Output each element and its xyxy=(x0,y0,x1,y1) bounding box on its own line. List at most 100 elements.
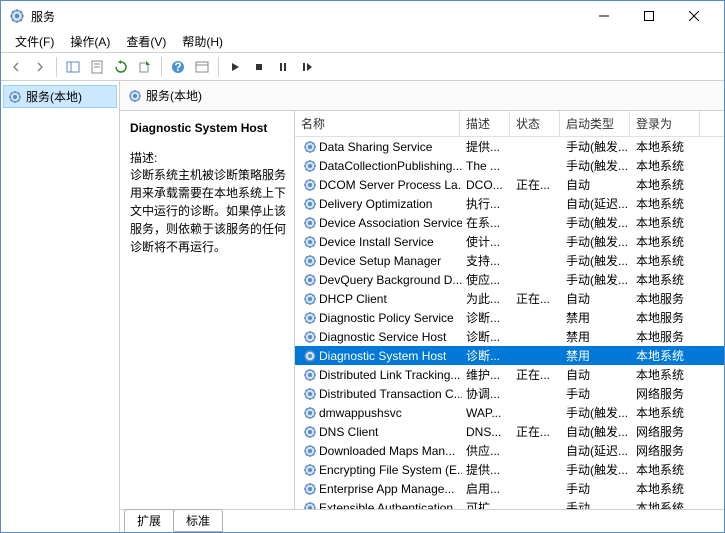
service-row[interactable]: Device Association Service在系...手动(触发...本… xyxy=(295,213,724,232)
service-row[interactable]: Device Install Service使计...手动(触发...本地系统 xyxy=(295,232,724,251)
detail-desc-label: 描述: xyxy=(130,149,286,166)
service-row[interactable]: DCOM Server Process La...DCO...正在...自动本地… xyxy=(295,175,724,194)
service-name: Diagnostic Policy Service xyxy=(319,311,454,325)
service-desc: 使计... xyxy=(462,233,512,250)
service-row[interactable]: Downloaded Maps Man...供应...自动(延迟...网络服务 xyxy=(295,441,724,460)
detail-title: Diagnostic System Host xyxy=(130,121,286,135)
col-start[interactable]: 启动类型 xyxy=(560,111,630,136)
service-desc: 执行... xyxy=(462,195,512,212)
gear-icon xyxy=(303,216,317,230)
service-name: DCOM Server Process La... xyxy=(319,178,462,192)
service-name: Data Sharing Service xyxy=(319,140,432,154)
gear-icon xyxy=(303,159,317,173)
detail-description: 诊断系统主机被诊断策略服务用来承载需要在本地系统上下文中运行的诊断。如果停止该服… xyxy=(130,166,286,256)
service-name: Encrypting File System (E... xyxy=(319,463,462,477)
action-button[interactable] xyxy=(191,56,213,78)
service-row[interactable]: Distributed Transaction C...协调...手动网络服务 xyxy=(295,384,724,403)
main-heading: 服务(本地) xyxy=(146,87,202,104)
service-name: Diagnostic Service Host xyxy=(319,330,446,344)
col-name[interactable]: 名称 xyxy=(295,111,460,136)
service-row[interactable]: Distributed Link Tracking...维护...正在...自动… xyxy=(295,365,724,384)
service-row[interactable]: DataCollectionPublishing...The ...手动(触发.… xyxy=(295,156,724,175)
service-start: 手动(触发... xyxy=(562,233,632,250)
col-status[interactable]: 状态 xyxy=(510,111,560,136)
service-row[interactable]: Diagnostic System Host诊断...禁用本地系统 xyxy=(295,346,724,365)
service-name: Delivery Optimization xyxy=(319,197,432,211)
service-start: 手动(触发... xyxy=(562,157,632,174)
title-bar: 服务 xyxy=(1,1,724,31)
service-desc: 维护... xyxy=(462,366,512,383)
service-start: 手动(触发... xyxy=(562,252,632,269)
pause-service-button[interactable] xyxy=(272,56,294,78)
show-hide-button[interactable] xyxy=(62,56,84,78)
close-button[interactable] xyxy=(671,2,716,31)
service-row[interactable]: DNS ClientDNS...正在...自动(触发...网络服务 xyxy=(295,422,724,441)
service-start: 手动(触发... xyxy=(562,404,632,421)
service-row[interactable]: Extensible Authentication...可扩...手动本地系统 xyxy=(295,498,724,509)
service-desc: 启用... xyxy=(462,480,512,497)
forward-button[interactable] xyxy=(29,56,51,78)
menu-action[interactable]: 操作(A) xyxy=(62,31,118,52)
service-start: 自动(延迟... xyxy=(562,442,632,459)
stop-service-button[interactable] xyxy=(248,56,270,78)
service-logon: 网络服务 xyxy=(632,442,702,459)
service-desc: 支持... xyxy=(462,252,512,269)
service-logon: 本地系统 xyxy=(632,195,702,212)
service-row[interactable]: DHCP Client为此...正在...自动本地服务 xyxy=(295,289,724,308)
gear-icon xyxy=(303,463,317,477)
service-start: 手动(触发... xyxy=(562,138,632,155)
menu-view[interactable]: 查看(V) xyxy=(118,31,174,52)
gear-icon xyxy=(303,406,317,420)
tab-standard[interactable]: 标准 xyxy=(173,509,223,532)
service-start: 手动 xyxy=(562,499,632,509)
menu-help[interactable]: 帮助(H) xyxy=(174,31,231,52)
service-row[interactable]: Diagnostic Service Host诊断...禁用本地服务 xyxy=(295,327,724,346)
service-start: 自动 xyxy=(562,366,632,383)
service-name: Diagnostic System Host xyxy=(319,349,446,363)
refresh-button[interactable] xyxy=(110,56,132,78)
tab-extended[interactable]: 扩展 xyxy=(124,509,174,532)
svg-text:?: ? xyxy=(174,60,181,74)
gear-icon xyxy=(303,501,317,510)
service-status: 正在... xyxy=(512,423,562,440)
help-button[interactable]: ? xyxy=(167,56,189,78)
service-row[interactable]: Encrypting File System (E...提供...手动(触发..… xyxy=(295,460,724,479)
col-desc[interactable]: 描述 xyxy=(460,111,510,136)
service-start: 自动(触发... xyxy=(562,423,632,440)
toolbar: ? xyxy=(1,53,724,81)
service-start: 手动(触发... xyxy=(562,214,632,231)
service-logon: 本地服务 xyxy=(632,309,702,326)
gear-icon xyxy=(303,444,317,458)
menu-file[interactable]: 文件(F) xyxy=(7,31,62,52)
service-row[interactable]: DevQuery Background D...使应...手动(触发...本地系… xyxy=(295,270,724,289)
service-row[interactable]: Device Setup Manager支持...手动(触发...本地系统 xyxy=(295,251,724,270)
export-button[interactable] xyxy=(134,56,156,78)
minimize-button[interactable] xyxy=(581,2,626,31)
start-service-button[interactable] xyxy=(224,56,246,78)
service-row[interactable]: Enterprise App Manage...启用...手动本地系统 xyxy=(295,479,724,498)
service-row[interactable]: Diagnostic Policy Service诊断...禁用本地服务 xyxy=(295,308,724,327)
service-start: 手动(触发... xyxy=(562,271,632,288)
service-start: 禁用 xyxy=(562,309,632,326)
gear-icon xyxy=(303,254,317,268)
service-logon: 网络服务 xyxy=(632,385,702,402)
service-desc: 使应... xyxy=(462,271,512,288)
service-list[interactable]: 名称 描述 状态 启动类型 登录为 Data Sharing Service提供… xyxy=(295,111,724,509)
service-start: 手动 xyxy=(562,385,632,402)
service-row[interactable]: Delivery Optimization执行...自动(延迟...本地系统 xyxy=(295,194,724,213)
service-name: Device Install Service xyxy=(319,235,434,249)
service-status: 正在... xyxy=(512,176,562,193)
service-row[interactable]: Data Sharing Service提供...手动(触发...本地系统 xyxy=(295,137,724,156)
col-logon[interactable]: 登录为 xyxy=(630,111,700,136)
gear-icon xyxy=(303,330,317,344)
properties-button[interactable] xyxy=(86,56,108,78)
maximize-button[interactable] xyxy=(626,2,671,31)
service-status: 正在... xyxy=(512,366,562,383)
service-desc: 供应... xyxy=(462,442,512,459)
list-header: 名称 描述 状态 启动类型 登录为 xyxy=(295,111,724,137)
service-status: 正在... xyxy=(512,290,562,307)
service-row[interactable]: dmwappushsvcWAP...手动(触发...本地系统 xyxy=(295,403,724,422)
tree-root-item[interactable]: 服务(本地) xyxy=(3,85,117,108)
back-button[interactable] xyxy=(5,56,27,78)
restart-service-button[interactable] xyxy=(296,56,318,78)
